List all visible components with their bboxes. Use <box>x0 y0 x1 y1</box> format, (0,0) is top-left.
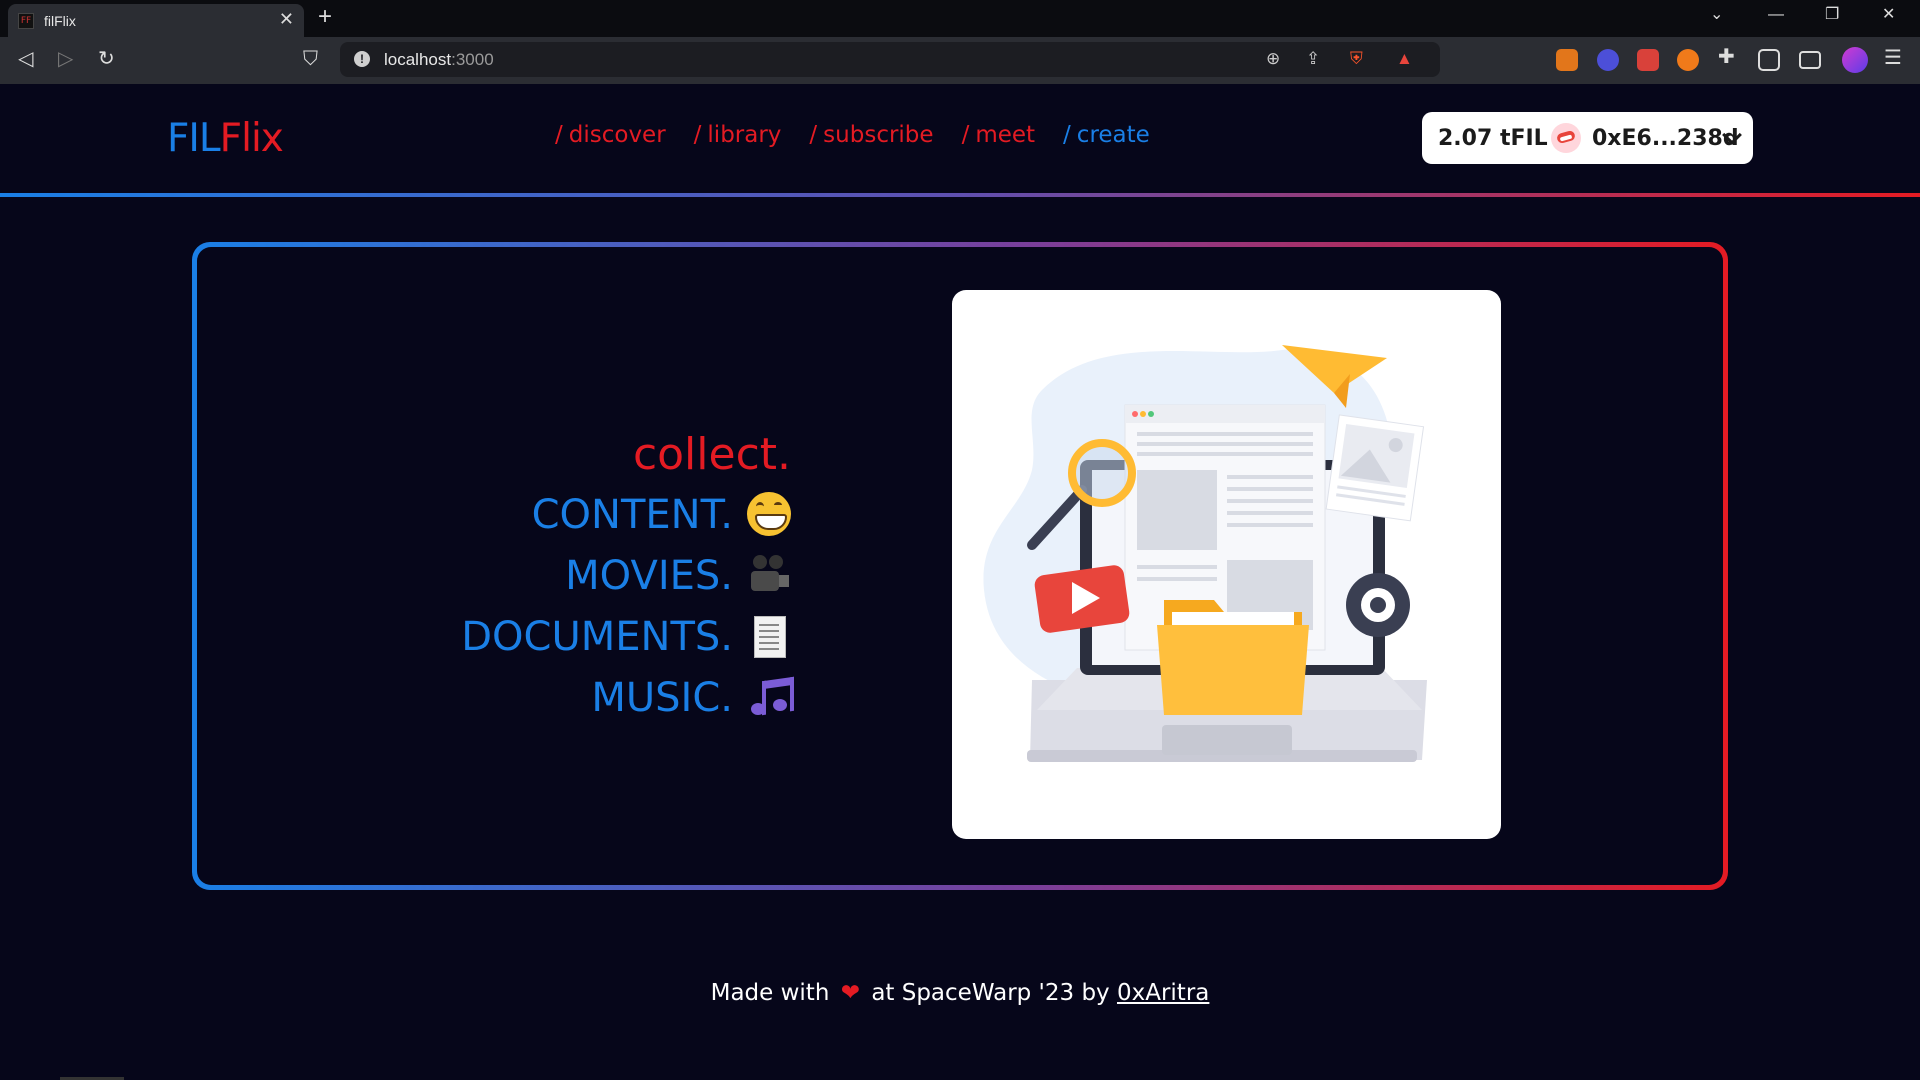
forward-icon[interactable]: ▷ <box>58 49 73 69</box>
hero-tagline: collect. CONTENT. MOVIES. DOCUMENTS. MUS… <box>461 425 791 729</box>
close-tab-icon[interactable]: ✕ <box>279 10 294 28</box>
puzzle-icon[interactable]: ✚ <box>1718 47 1735 67</box>
new-tab-icon[interactable]: + <box>318 5 332 29</box>
browser-tab[interactable]: FF filFlix ✕ <box>8 4 304 37</box>
bookmark-icon[interactable]: ⛉ <box>303 49 318 69</box>
brave-shields-icon[interactable]: ⛨ <box>1350 50 1363 68</box>
extension-icon[interactable] <box>1677 49 1699 71</box>
nav-library[interactable]: / library <box>694 122 782 148</box>
restore-icon[interactable]: ❐ <box>1825 6 1839 24</box>
page-footer: Made with ❤ at SpaceWarp '23 by 0xAritra <box>710 980 1210 1006</box>
profile-icon[interactable] <box>1842 47 1868 73</box>
share-icon[interactable]: ⇪ <box>1306 50 1320 68</box>
hero-headline: collect. <box>632 429 791 480</box>
hero-illustration <box>952 290 1501 839</box>
metamask-icon[interactable] <box>1556 49 1578 71</box>
header-divider <box>0 193 1920 197</box>
browser-toolbar: ◁ ▷ ↻ ⛉ ! localhost:3000 ⊕ ⇪ ⛨ ▲ ✚ ☰ <box>0 37 1920 84</box>
hero-row-documents: DOCUMENTS. <box>461 607 791 668</box>
page-icon <box>747 614 791 658</box>
main-nav: / discover / library / subscribe / meet / cre… <box>555 122 1178 148</box>
nav-discover[interactable]: / discover <box>555 122 666 148</box>
hero-frame: collect. CONTENT. MOVIES. DOCUMENTS. MUS… <box>192 242 1728 890</box>
address-bar[interactable]: ! localhost:3000 ⊕ ⇪ ⛨ ▲ <box>340 42 1440 77</box>
extension-icon[interactable] <box>1637 49 1659 71</box>
url-text[interactable]: localhost:3000 <box>384 50 494 70</box>
wallet-icon[interactable] <box>1799 51 1821 69</box>
tab-favicon-icon: FF <box>18 13 34 29</box>
app-header: FILFlix / discover / library / subscribe / m… <box>0 84 1920 192</box>
musical-notes-icon <box>747 675 791 719</box>
author-link[interactable]: 0xAritra <box>1117 980 1209 1006</box>
wallet-balance[interactable]: 2.07 tFIL <box>1438 126 1548 151</box>
media-library-illustration <box>983 345 1427 762</box>
hero-row-content: CONTENT. <box>461 485 791 546</box>
reload-icon[interactable]: ↻ <box>98 49 115 69</box>
grinning-face-icon <box>747 492 791 536</box>
heart-icon: ❤ <box>840 980 860 1006</box>
hero-row-movies: MOVIES. <box>461 546 791 607</box>
hero-panel: collect. CONTENT. MOVIES. DOCUMENTS. MUS… <box>197 247 1723 885</box>
brave-rewards-icon[interactable]: ▲ <box>1396 50 1413 68</box>
minimize-icon[interactable]: — <box>1768 6 1784 24</box>
account-button[interactable]: 0xE6...238d <box>1545 118 1747 158</box>
tab-search-icon[interactable]: ⌄ <box>1710 6 1723 24</box>
window-close-icon[interactable]: ✕ <box>1882 6 1895 24</box>
back-icon[interactable]: ◁ <box>18 49 33 69</box>
nav-create[interactable]: / create <box>1063 122 1150 148</box>
nav-subscribe[interactable]: / subscribe <box>809 122 933 148</box>
filflix-logo[interactable]: FILFlix <box>167 116 284 161</box>
site-info-icon[interactable]: ! <box>354 51 370 67</box>
extension-icon[interactable] <box>1597 49 1619 71</box>
hero-row-music: MUSIC. <box>461 668 791 729</box>
zoom-icon[interactable]: ⊕ <box>1266 50 1280 68</box>
account-address: 0xE6...238d <box>1592 126 1739 151</box>
sidebar-icon[interactable] <box>1758 49 1780 71</box>
wallet-widget: 2.07 tFIL 0xE6...238d <box>1422 112 1753 164</box>
tab-title: filFlix <box>44 13 76 29</box>
nav-meet[interactable]: / meet <box>962 122 1035 148</box>
menu-icon[interactable]: ☰ <box>1884 48 1902 68</box>
account-avatar-icon <box>1551 123 1581 153</box>
browser-tab-bar: FF filFlix ✕ + ⌄ — ❐ ✕ <box>0 0 1920 37</box>
movie-camera-icon <box>747 553 791 597</box>
